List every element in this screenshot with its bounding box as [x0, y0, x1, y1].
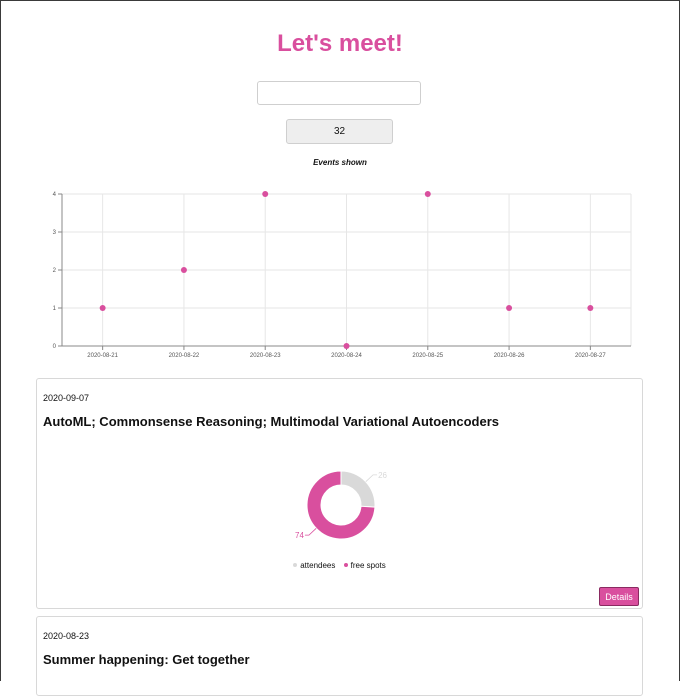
donut-legend: attendees free spots: [37, 561, 642, 570]
data-point: [99, 305, 106, 311]
event-title: AutoML; Commonsense Reasoning; Multimoda…: [43, 414, 500, 429]
data-point: [180, 267, 187, 273]
event-card: 2020-08-23 Summer happening: Get togethe…: [36, 616, 643, 696]
search-input[interactable]: [257, 81, 421, 105]
event-date: 2020-08-23: [43, 631, 90, 641]
event-count-field[interactable]: 32: [286, 119, 393, 144]
y-tick-label: 1: [53, 306, 57, 312]
legend-item-attendees: attendees: [293, 561, 337, 570]
x-tick-label: 2020-08-27: [575, 353, 606, 359]
legend-label: free spots: [350, 561, 386, 570]
data-point: [506, 305, 513, 311]
donut-leader-line: [304, 527, 317, 536]
legend-item-free-spots: free spots: [343, 561, 386, 570]
chart-axes: [58, 193, 631, 350]
event-card: 2020-09-07 AutoML; Commonsense Reasoning…: [36, 378, 643, 609]
legend-dot: [343, 563, 348, 568]
donut-slices: [306, 470, 376, 540]
page-title: Let's meet!: [277, 30, 403, 57]
x-tick-label: 2020-08-25: [412, 353, 443, 359]
event-date: 2020-09-07: [43, 393, 90, 403]
y-tick-label: 4: [53, 192, 57, 198]
x-tick-label: 2020-08-24: [331, 353, 362, 359]
data-point: [262, 191, 269, 197]
donut-leader-line: [365, 474, 378, 483]
data-point: [424, 191, 431, 197]
x-tick-label: 2020-08-26: [494, 353, 525, 359]
y-tick-label: 2: [53, 268, 57, 274]
chart-tick-labels: 0 1 2 3 4 2020-08-21 2020-08-22 2020-08-23 2020-…: [53, 192, 607, 359]
events-chart: 0 1 2 3 4 2020-08-21 2020-08-22 2020-08-23 2020-…: [53, 191, 632, 359]
x-tick-label: 2020-08-22: [169, 353, 200, 359]
x-tick-label: 2020-08-23: [250, 353, 281, 359]
chart-title: Events shown: [313, 158, 367, 167]
attendance-donut-chart: 26 74: [295, 470, 388, 540]
data-point: [343, 343, 350, 349]
data-point: [587, 305, 594, 311]
details-button[interactable]: Details: [599, 587, 639, 606]
donut-value-label: 26: [378, 471, 387, 480]
x-tick-label: 2020-08-21: [87, 353, 118, 359]
legend-dot: [293, 563, 298, 568]
donut-slice: [340, 470, 376, 508]
chart-grid: [62, 193, 632, 346]
y-tick-label: 0: [53, 344, 57, 350]
y-tick-label: 3: [53, 230, 57, 236]
legend-label: attendees: [300, 561, 336, 570]
donut-value-label: 74: [295, 531, 304, 540]
event-title: Summer happening: Get together: [43, 652, 250, 667]
